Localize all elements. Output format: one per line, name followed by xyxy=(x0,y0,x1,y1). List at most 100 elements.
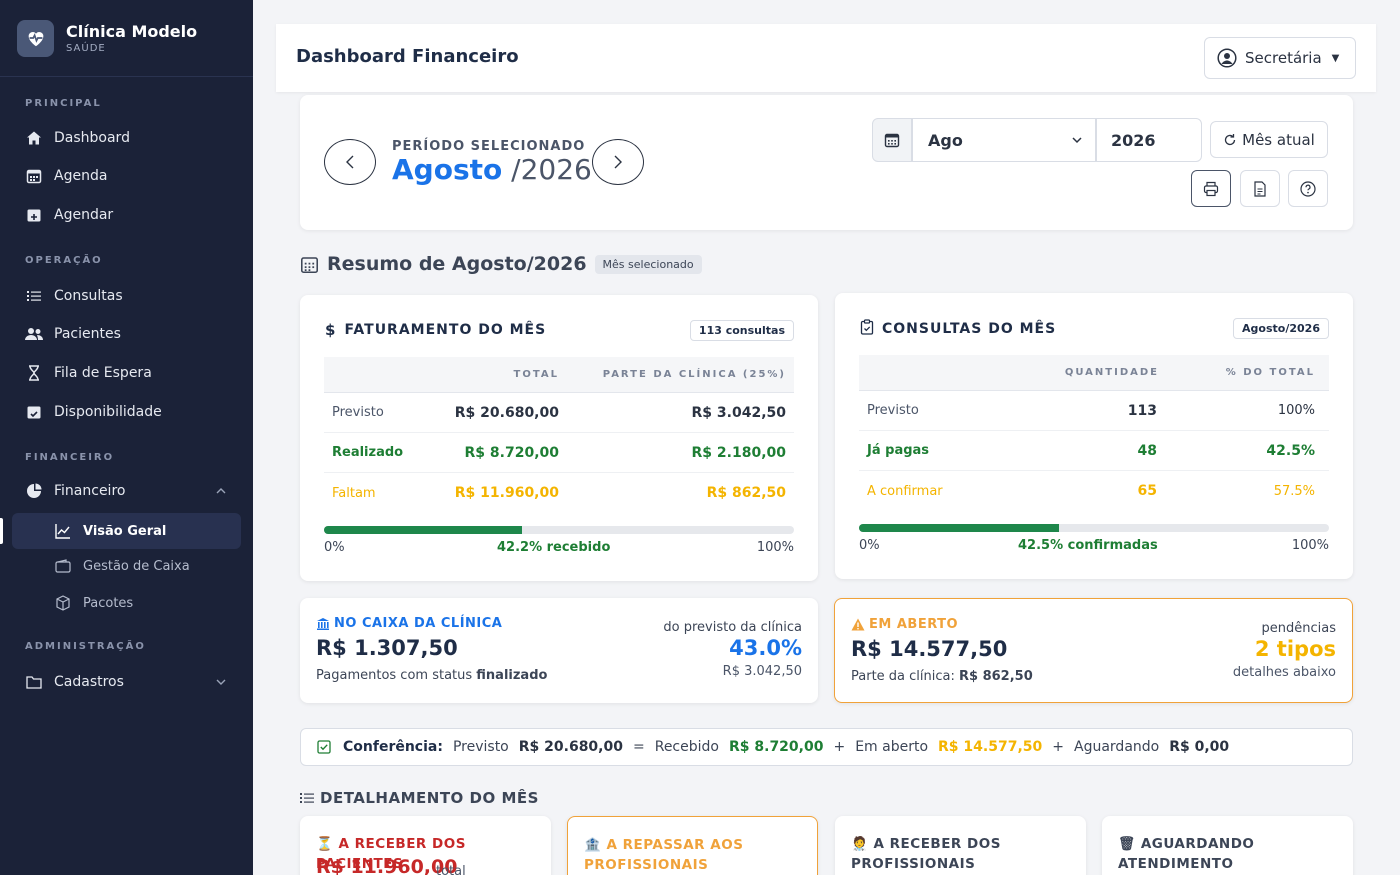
export-document-button[interactable] xyxy=(1240,170,1280,207)
table-row: Faltam R$ 11.960,00 R$ 862,50 xyxy=(324,473,794,513)
open-subtext: Parte da clínica: R$ 862,50 xyxy=(851,669,1033,684)
col-qty: QUANTIDADE xyxy=(1064,367,1159,378)
calendar-check-icon xyxy=(25,403,43,421)
table-header: TOTAL PARTE DA CLÍNICA (25%) xyxy=(324,357,794,393)
row-label: Realizado xyxy=(332,445,404,460)
table-row: A confirmar 65 57.5% xyxy=(859,471,1329,511)
sidebar-subitem-visao-geral[interactable]: Visão Geral xyxy=(12,513,241,549)
billing-title: FATURAMENTO DO MÊS xyxy=(344,322,547,338)
chevron-right-icon xyxy=(614,155,622,169)
hourglass-icon: ⏳ xyxy=(316,836,334,852)
row-total: R$ 11.960,00 xyxy=(454,485,559,501)
year-input[interactable]: 2026 xyxy=(1096,118,1202,162)
row-label: Previsto xyxy=(332,405,384,420)
conference-wait-value: R$ 0,00 xyxy=(1169,739,1230,755)
doctor-icon: 🧑‍⚕️ xyxy=(851,836,869,852)
print-button[interactable] xyxy=(1191,170,1231,207)
sidebar-item-label: Visão Geral xyxy=(83,523,167,539)
cash-card: NO CAIXA DA CLÍNICA R$ 1.307,50 Pagament… xyxy=(300,598,818,703)
sidebar-item-dashboard[interactable]: Dashboard xyxy=(12,120,241,156)
sidebar-item-agenda[interactable]: Agenda xyxy=(12,158,241,194)
bank-icon xyxy=(316,617,330,631)
sidebar-item-label: Pacotes xyxy=(83,595,134,611)
open-sub-prefix: Parte da clínica: xyxy=(851,669,959,684)
conference-plus: + xyxy=(833,739,846,755)
section-administracao: ADMINISTRAÇÃO xyxy=(25,641,146,652)
cash-sub-prefix: Pagamentos com status xyxy=(316,668,477,683)
sidebar-item-pacientes[interactable]: Pacientes xyxy=(12,316,241,352)
conference-rec-label: Recebido xyxy=(654,739,719,755)
home-icon xyxy=(25,129,43,147)
warning-icon xyxy=(851,618,865,631)
chevron-down-icon xyxy=(215,674,227,690)
progress-max: 100% xyxy=(1291,538,1329,553)
row-part: R$ 3.042,50 xyxy=(691,404,786,421)
section-principal: PRINCIPAL xyxy=(25,98,102,109)
billing-count-badge: 113 consultas xyxy=(689,320,794,341)
next-month-button[interactable] xyxy=(592,139,644,185)
help-button[interactable] xyxy=(1288,170,1328,207)
open-sub-bold: R$ 862,50 xyxy=(959,669,1033,684)
brand-name: Clínica Modelo xyxy=(66,22,198,41)
table-header: QUANTIDADE % DO TOTAL xyxy=(859,355,1329,391)
cash-ratio-base: R$ 3.042,50 xyxy=(722,664,802,679)
cash-value: R$ 1.307,50 xyxy=(316,636,458,660)
sidebar-item-disponibilidade[interactable]: Disponibilidade xyxy=(12,394,241,430)
calendar-icon xyxy=(301,256,318,273)
open-label-row: EM ABERTO xyxy=(851,617,958,632)
conference-eq: = xyxy=(632,739,645,755)
open-pending-hint: detalhes abaixo xyxy=(1232,665,1336,680)
section-operacao: OPERAÇÃO xyxy=(25,255,103,266)
brand-subtitle: SAÚDE xyxy=(66,43,106,54)
open-card: EM ABERTO R$ 14.577,50 Parte da clínica:… xyxy=(834,598,1353,703)
prev-month-button[interactable] xyxy=(324,139,376,185)
detail-card-label: AGUARDANDO ATENDIMENTO xyxy=(1118,836,1255,872)
sidebar-item-agendar[interactable]: Agendar xyxy=(12,197,241,233)
summary-title: Resumo de Agosto/2026 xyxy=(327,253,587,275)
chevron-down-icon xyxy=(1072,137,1082,144)
billing-progress-label: 42.2% recebido xyxy=(497,540,611,555)
period-card: PERÍODO SELECIONADO Agosto /2026 Ago 202… xyxy=(300,95,1353,230)
sidebar-subitem-pacotes[interactable]: Pacotes xyxy=(41,585,241,621)
sidebar-subitem-gestao-de-caixa[interactable]: Gestão de Caixa xyxy=(41,548,241,584)
conference-open-label: Em aberto xyxy=(855,739,929,755)
billing-card: $ FATURAMENTO DO MÊS 113 consultas TOTAL… xyxy=(300,295,818,581)
heart-pulse-icon xyxy=(17,19,54,57)
check-square-icon xyxy=(317,740,331,754)
detail-card-total-label: total xyxy=(436,864,466,875)
consultations-title-row: CONSULTAS DO MÊS xyxy=(860,319,1056,339)
sidebar-item-cadastros[interactable]: Cadastros xyxy=(12,664,241,700)
consultations-card: CONSULTAS DO MÊS Agosto/2026 QUANTIDADE … xyxy=(835,293,1353,579)
row-label: Já pagas xyxy=(867,443,930,458)
row-pct: 57.5% xyxy=(1273,483,1315,499)
sidebar-item-fila-de-espera[interactable]: Fila de Espera xyxy=(12,355,241,391)
section-financeiro: FINANCEIRO xyxy=(25,452,115,463)
detail-card-label-row: 🗑 AGUARDANDO ATENDIMENTO xyxy=(1118,834,1338,874)
summary-heading: Resumo de Agosto/2026 Mês selecionado xyxy=(300,253,702,275)
sidebar-item-label: Gestão de Caixa xyxy=(83,558,190,574)
open-pending-label: pendências xyxy=(1261,621,1336,636)
sidebar-item-label: Financeiro xyxy=(54,483,126,499)
detail-card-receber-profissionais: 🧑‍⚕️ A RECEBER DOS PROFISSIONAIS xyxy=(835,816,1086,875)
cash-ratio-value: 43.0% xyxy=(729,636,802,660)
sidebar-item-financeiro[interactable]: Financeiro xyxy=(12,473,241,509)
help-circle-icon xyxy=(1300,180,1316,197)
chevron-up-icon xyxy=(215,483,227,499)
consultations-progress-bar xyxy=(859,524,1329,532)
sidebar-item-consultas[interactable]: Consultas xyxy=(12,278,241,314)
sidebar-item-label: Pacientes xyxy=(54,326,121,342)
folder-icon xyxy=(25,673,43,691)
user-menu-button[interactable]: Secretária ▼ xyxy=(1204,37,1356,79)
conference-prev-value: R$ 20.680,00 xyxy=(518,739,623,755)
sidebar-item-label: Cadastros xyxy=(54,674,124,690)
calendar-icon xyxy=(25,167,43,185)
calendar-plus-icon xyxy=(25,206,43,224)
billing-progress-fill xyxy=(324,526,523,534)
month-select[interactable]: Ago xyxy=(912,118,1096,162)
current-month-button[interactable]: Mês atual xyxy=(1210,121,1328,158)
row-qty: 48 xyxy=(1137,442,1157,459)
cash-label-row: NO CAIXA DA CLÍNICA xyxy=(316,616,502,631)
open-pending-value: 2 tipos xyxy=(1254,637,1336,661)
document-icon xyxy=(1254,180,1266,197)
summary-badge: Mês selecionado xyxy=(594,254,702,274)
